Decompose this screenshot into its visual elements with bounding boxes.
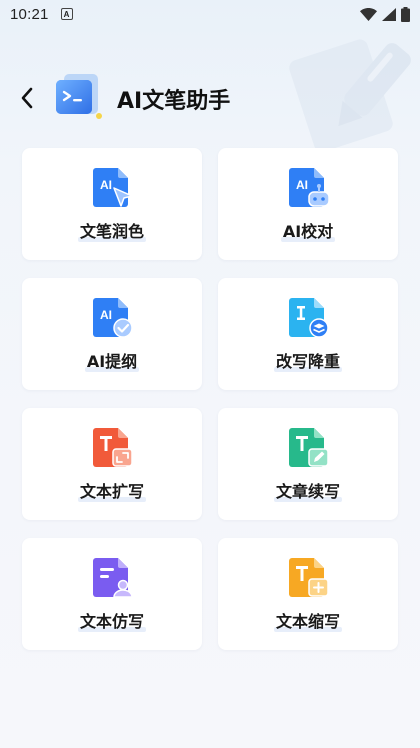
tool-label: AI提纲: [84, 348, 140, 372]
tool-card-outline[interactable]: AI AI提纲: [22, 278, 202, 390]
chevron-left-icon: [21, 87, 33, 109]
tool-card-expand[interactable]: 文本扩写: [22, 408, 202, 520]
battery-icon: [401, 6, 410, 22]
tools-grid: AI 文笔润色 AI AI校对 AI AI提纲 改写降重 文本扩写 文章续写 文…: [22, 148, 398, 650]
status-bar: 10:21 A: [0, 0, 420, 28]
svg-text:AI: AI: [296, 178, 308, 192]
tool-label: 改写降重: [273, 348, 343, 372]
ai-doc-check-icon: AI: [93, 298, 133, 338]
ai-document-logo-icon: [56, 74, 102, 119]
tool-card-rewrite[interactable]: 改写降重: [218, 278, 398, 390]
tool-label: 文本缩写: [273, 608, 343, 632]
svg-text:AI: AI: [100, 308, 112, 322]
text-continue-pen-icon: [289, 428, 329, 467]
tool-label: 文章续写: [273, 478, 343, 502]
tool-label: 文笔润色: [77, 218, 147, 242]
doc-layers-icon: [289, 298, 329, 338]
tool-card-proofread[interactable]: AI AI校对: [218, 148, 398, 260]
text-imitate-user-icon: [93, 558, 133, 598]
status-icons: [360, 6, 410, 22]
back-button[interactable]: [14, 85, 40, 111]
text-abbreviate-plus-icon: [289, 558, 329, 597]
header: AI文笔助手: [0, 68, 420, 126]
a-notification-icon: A: [60, 8, 73, 20]
wifi-icon: [360, 7, 377, 21]
page-title: AI文笔助手: [117, 89, 231, 114]
ai-doc-cursor-icon: AI: [93, 168, 133, 207]
signal-icon: [382, 7, 396, 21]
ai-doc-robot-icon: AI: [289, 168, 330, 207]
tool-card-continue[interactable]: 文章续写: [218, 408, 398, 520]
tool-card-polish[interactable]: AI 文笔润色: [22, 148, 202, 260]
text-expand-icon: [93, 428, 133, 467]
svg-text:AI: AI: [100, 178, 112, 192]
status-time: 10:21: [10, 5, 49, 23]
tool-label: 文本扩写: [77, 478, 147, 502]
tool-card-imitate[interactable]: 文本仿写: [22, 538, 202, 650]
tool-label: 文本仿写: [77, 608, 147, 632]
tool-label: AI校对: [280, 218, 336, 242]
tool-card-abbreviate[interactable]: 文本缩写: [218, 538, 398, 650]
